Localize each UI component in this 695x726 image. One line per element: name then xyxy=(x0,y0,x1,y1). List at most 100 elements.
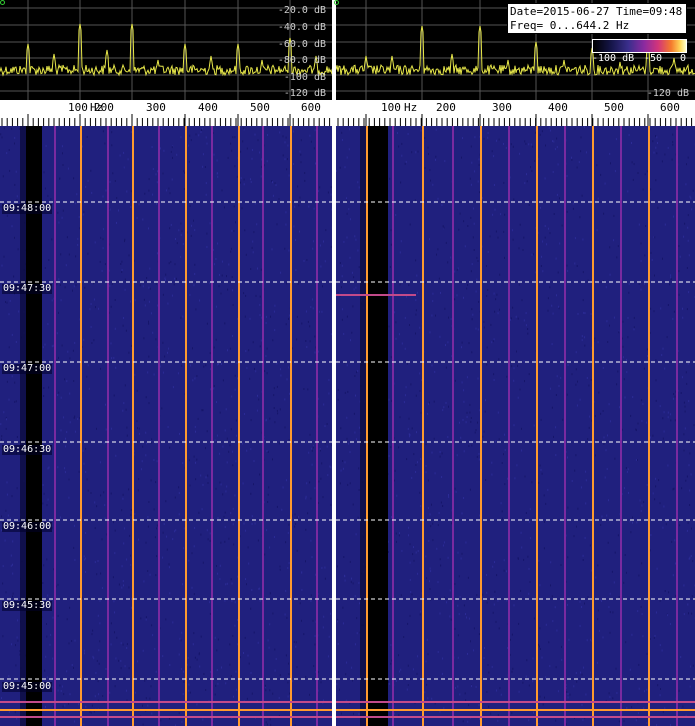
waterfall-noise xyxy=(2,635,4,638)
waterfall-noise xyxy=(637,610,639,613)
waterfall-noise xyxy=(539,627,541,630)
waterfall-noise xyxy=(528,373,530,376)
waterfall-noise xyxy=(131,597,132,600)
waterfall-noise xyxy=(239,656,241,659)
waterfall-noise xyxy=(250,671,252,674)
waterfall-noise xyxy=(11,375,13,378)
waterfall-noise xyxy=(517,557,519,560)
waterfall-noise xyxy=(609,592,611,595)
waterfall-noise xyxy=(455,686,456,689)
waterfall-noise xyxy=(266,450,268,452)
waterfall-noise xyxy=(558,385,560,387)
waterfall-orange-line xyxy=(536,126,538,726)
waterfall-noise xyxy=(513,424,515,427)
waterfall-noise xyxy=(346,156,348,159)
waterfall-noise xyxy=(684,427,686,430)
waterfall-noise xyxy=(458,228,460,231)
waterfall-noise xyxy=(305,528,307,531)
waterfall-noise xyxy=(124,240,125,243)
waterfall-noise xyxy=(100,572,102,575)
waterfall-noise xyxy=(576,265,578,267)
waterfall-noise xyxy=(346,661,348,664)
waterfall-noise xyxy=(301,619,302,622)
waterfall-noise xyxy=(687,521,689,524)
waterfall-noise xyxy=(618,596,620,598)
waterfall-noise xyxy=(439,335,441,338)
waterfall-noise xyxy=(8,313,10,316)
waterfall-noise xyxy=(545,676,547,679)
waterfall-noise xyxy=(457,656,459,659)
waterfall-noise xyxy=(323,403,325,406)
waterfall-noise xyxy=(234,165,236,168)
waterfall-noise xyxy=(320,681,322,684)
waterfall-noise xyxy=(102,247,104,250)
waterfall-noise xyxy=(288,174,290,177)
waterfall-noise xyxy=(17,619,19,622)
waterfall-noise xyxy=(143,337,145,340)
waterfall-noise xyxy=(75,284,77,287)
waterfall-noise xyxy=(140,468,142,471)
waterfall-noise xyxy=(152,168,154,170)
waterfall-noise xyxy=(442,505,444,507)
waterfall-noise xyxy=(140,617,142,620)
waterfall-noise xyxy=(457,634,459,637)
waterfall-noise xyxy=(341,318,343,321)
waterfall-noise xyxy=(88,387,90,390)
waterfall-noise xyxy=(314,643,316,646)
waterfall-noise xyxy=(340,469,342,472)
waterfall-noise xyxy=(176,242,178,245)
waterfall-noise xyxy=(121,260,123,263)
waterfall-noise xyxy=(528,520,530,523)
waterfall-noise xyxy=(688,400,690,403)
waterfall-noise xyxy=(425,471,427,474)
waterfall-noise xyxy=(123,542,125,545)
waterfall-noise xyxy=(209,612,211,615)
waterfall-noise xyxy=(162,556,164,559)
waterfall-noise xyxy=(145,697,147,700)
waterfall-noise xyxy=(637,712,639,715)
waterfall-noise xyxy=(111,131,113,134)
waterfall-noise xyxy=(47,323,49,326)
waterfall-noise xyxy=(435,128,437,131)
waterfall-noise xyxy=(655,146,657,149)
waterfall-noise xyxy=(214,263,216,266)
waterfall-noise xyxy=(48,466,50,469)
waterfall-noise xyxy=(503,559,505,562)
waterfall-noise xyxy=(579,624,581,627)
waterfall-noise xyxy=(467,720,469,723)
waterfall-noise xyxy=(306,259,308,261)
waterfall-noise xyxy=(296,666,298,669)
waterfall-noise xyxy=(248,662,250,665)
waterfall-noise xyxy=(404,316,406,319)
waterfall-noise xyxy=(549,286,551,289)
waterfall-noise xyxy=(198,653,200,656)
waterfall-noise xyxy=(461,341,463,344)
waterfall-noise xyxy=(630,414,632,417)
waterfall-noise xyxy=(67,167,69,170)
waterfall-noise xyxy=(409,578,411,581)
waterfall-noise xyxy=(149,267,151,270)
waterfall-noise xyxy=(324,425,326,428)
waterfall-noise xyxy=(71,664,73,666)
waterfall-noise xyxy=(168,563,170,566)
waterfall-noise xyxy=(97,560,99,562)
waterfall-noise xyxy=(14,236,15,239)
waterfall-noise xyxy=(390,446,392,449)
waterfall-noise xyxy=(400,668,402,671)
waterfall-noise xyxy=(410,383,412,386)
waterfall-noise xyxy=(683,584,685,587)
waterfall-noise xyxy=(573,535,575,538)
waterfall-noise xyxy=(687,603,689,606)
waterfall-noise xyxy=(467,576,469,579)
waterfall-noise xyxy=(42,502,44,505)
waterfall-noise xyxy=(89,308,91,311)
waterfall-noise xyxy=(346,236,348,239)
waterfall-noise xyxy=(66,618,68,621)
waterfall-noise xyxy=(420,129,422,132)
waterfall-noise xyxy=(319,244,321,247)
waterfall-noise xyxy=(467,225,469,227)
waterfall-noise xyxy=(204,166,206,168)
waterfall-purple-line xyxy=(392,126,394,726)
waterfall-noise xyxy=(399,283,401,286)
waterfall-noise xyxy=(74,639,76,642)
